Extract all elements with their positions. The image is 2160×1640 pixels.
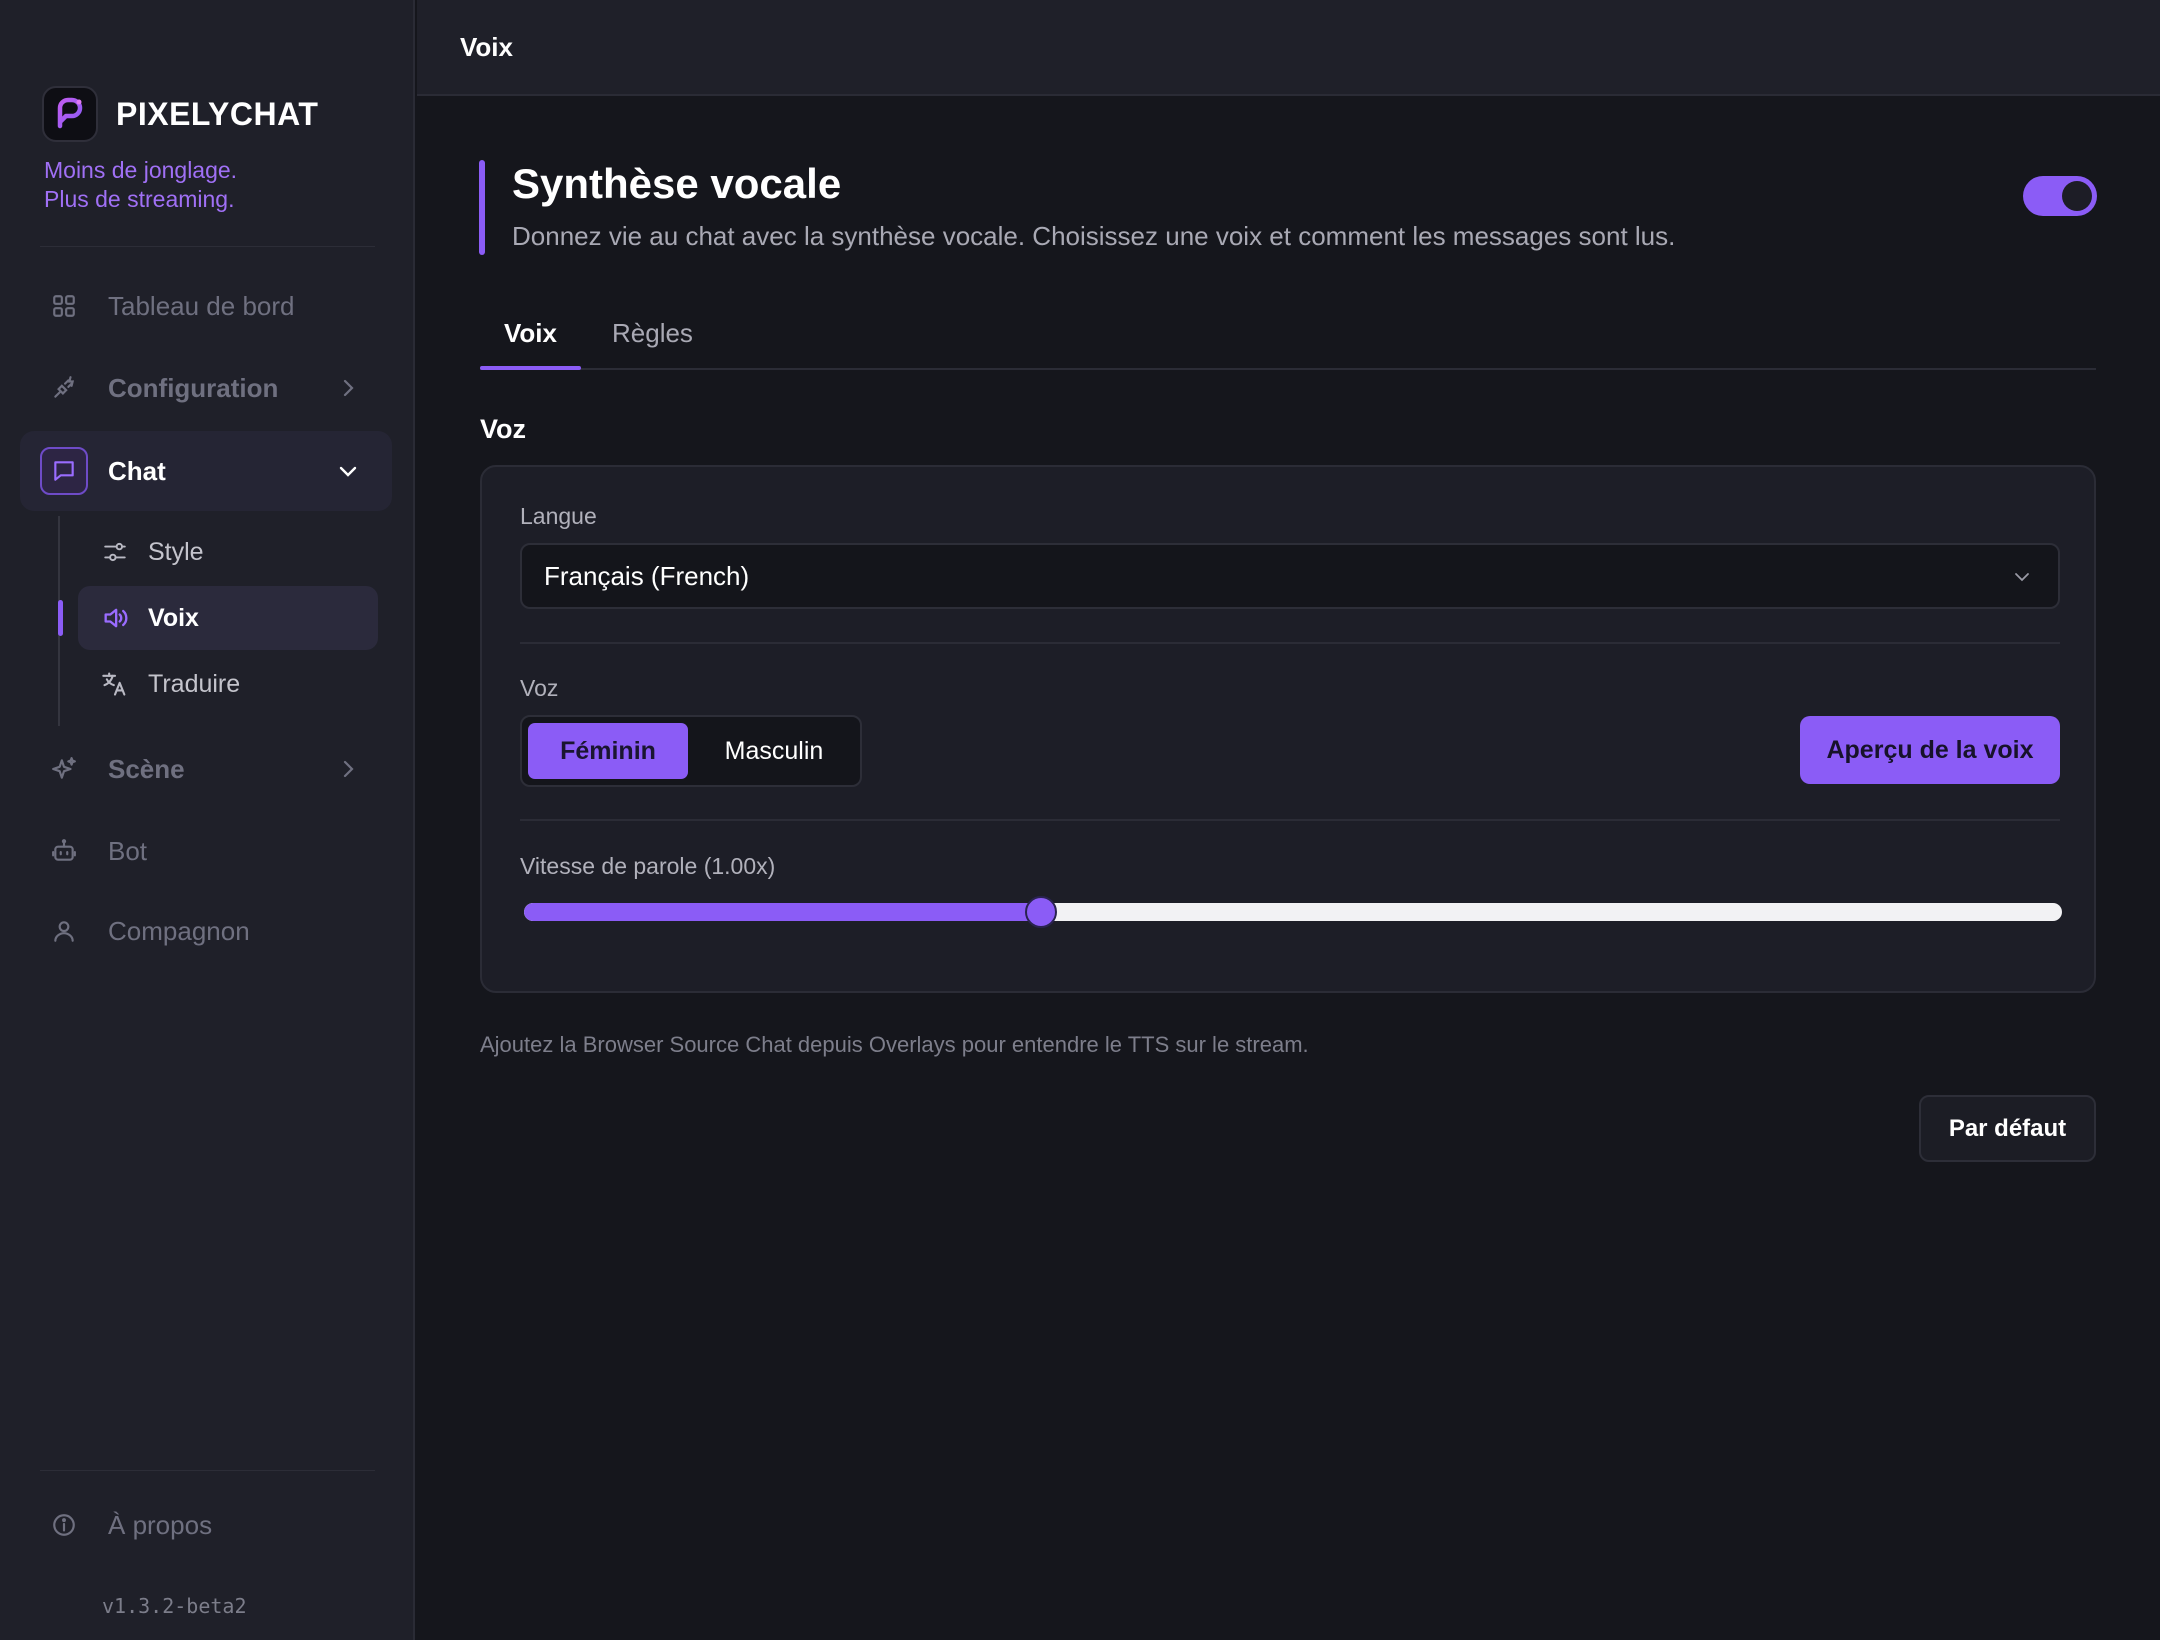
card-divider [520, 642, 2060, 644]
top-bar: Voix [417, 0, 2160, 96]
toggle-knob [2062, 181, 2092, 211]
voice-settings-card: Langue Français (French) Voz Féminin Mas… [480, 465, 2096, 993]
sidebar-item-configuration[interactable]: Configuration [20, 348, 392, 428]
page-title: Voix [460, 32, 513, 62]
section-description: Donnez vie au chat avec la synthèse voca… [512, 221, 1676, 251]
sidebar-item-label: À propos [108, 1509, 213, 1540]
tagline-line-2: Plus de streaming. [44, 186, 235, 212]
chevron-right-icon [343, 379, 354, 397]
language-label: Langue [520, 503, 597, 529]
voice-section-title: Voz [480, 414, 526, 444]
info-icon [40, 1501, 88, 1549]
title-accent-bar [479, 160, 485, 255]
sidebar-subitem-traduire[interactable]: Traduire [78, 652, 378, 716]
sidebar-subitem-label: Style [148, 537, 204, 566]
section-heading: Synthèse vocale [512, 160, 842, 207]
voice-masculine-option[interactable]: Masculin [694, 723, 854, 779]
tagline-line-1: Moins de jonglage. [44, 157, 238, 183]
chevron-down-icon [339, 466, 357, 477]
sidebar-item-scene[interactable]: Scène [20, 729, 392, 809]
speaker-icon [98, 601, 132, 635]
sidebar-item-label: Tableau de bord [108, 290, 295, 321]
tabs-divider [480, 368, 2096, 370]
translate-icon [98, 667, 132, 701]
sidebar: PIXELYCHAT Moins de jonglage. Plus de st… [0, 0, 415, 1640]
sidebar-divider [40, 246, 375, 247]
brand-name: PIXELYCHAT [116, 95, 319, 132]
sidebar-item-label: Chat [108, 455, 166, 486]
sidebar-divider [40, 1470, 375, 1471]
brand[interactable]: PIXELYCHAT [42, 86, 318, 142]
user-icon [40, 907, 88, 955]
sidebar-item-chat[interactable]: Chat [20, 431, 392, 511]
voice-preview-button[interactable]: Aperçu de la voix [1800, 716, 2060, 784]
sidebar-subitem-voix[interactable]: Voix [78, 586, 378, 650]
sidebar-item-bot[interactable]: Bot [20, 811, 392, 891]
robot-icon [40, 827, 88, 875]
sidebar-item-compagnon[interactable]: Compagnon [20, 891, 392, 971]
sidebar-item-label: Configuration [108, 372, 279, 403]
logo-icon [42, 86, 98, 142]
voice-gender-toggle: Féminin Masculin [520, 715, 862, 787]
active-indicator [58, 600, 63, 636]
grid-icon [40, 282, 88, 330]
sidebar-item-label: Scène [108, 753, 185, 784]
sidebar-item-label: Bot [108, 835, 148, 866]
voice-label: Voz [520, 675, 559, 701]
tts-enable-toggle[interactable] [2023, 176, 2097, 216]
card-divider [520, 819, 2060, 821]
version-label: v1.3.2-beta2 [102, 1594, 247, 1618]
speed-slider-thumb[interactable] [1024, 896, 1057, 928]
sidebar-item-label: Compagnon [108, 915, 250, 946]
sidebar-subitem-label: Traduire [148, 669, 241, 698]
plug-icon [40, 364, 88, 412]
chevron-right-icon [343, 760, 354, 778]
sliders-icon [98, 535, 132, 569]
sidebar-subitem-label: Voix [148, 603, 199, 632]
active-tab-indicator [480, 366, 581, 370]
tab-voix[interactable]: Voix [504, 318, 557, 349]
overlay-hint: Ajoutez la Browser Source Chat depuis Ov… [480, 1032, 1309, 1057]
language-value: Français (French) [544, 560, 750, 591]
sidebar-subitem-style[interactable]: Style [78, 520, 378, 584]
chevron-down-icon [2015, 573, 2029, 582]
sidebar-item-dashboard[interactable]: Tableau de bord [20, 266, 392, 346]
sparkle-icon [40, 745, 88, 793]
tab-regles[interactable]: Règles [612, 318, 693, 349]
speed-slider[interactable] [524, 903, 2062, 921]
language-select[interactable]: Français (French) [520, 543, 2060, 609]
sidebar-item-about[interactable]: À propos [20, 1490, 392, 1560]
speed-slider-fill [524, 903, 1041, 921]
speed-label: Vitesse de parole (1.00x) [520, 853, 776, 879]
tagline: Moins de jonglage. Plus de streaming. [44, 156, 237, 214]
chat-bubble-icon [40, 447, 88, 495]
voice-feminine-option[interactable]: Féminin [528, 723, 688, 779]
reset-default-button[interactable]: Par défaut [1919, 1095, 2096, 1162]
